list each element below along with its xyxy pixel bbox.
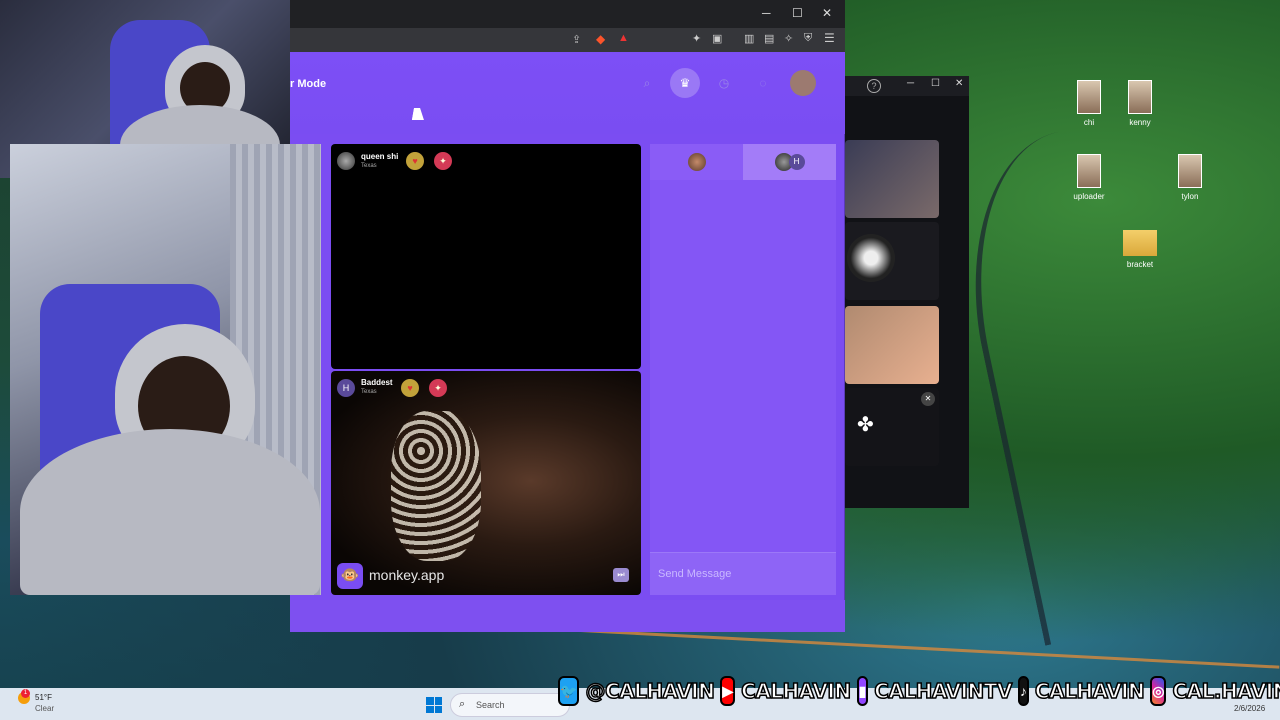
participant-card[interactable] bbox=[845, 222, 939, 300]
youtube-handle: CALHAVIN bbox=[740, 678, 851, 704]
search-icon[interactable]: ⌕ bbox=[636, 72, 658, 94]
twitter-icon: 🐦 bbox=[558, 676, 580, 706]
user-location: Texas bbox=[361, 163, 377, 169]
participant-card[interactable]: ✤ ✕ bbox=[845, 388, 939, 466]
twitch-handle: CALHAVINTV bbox=[874, 678, 1014, 704]
weather-badge: 1 bbox=[21, 689, 30, 698]
file-thumbnail-icon bbox=[1077, 80, 1101, 114]
user-location: Texas bbox=[361, 389, 377, 395]
extensions-icon[interactable]: ✦ bbox=[692, 32, 701, 45]
help-icon[interactable]: ? bbox=[867, 79, 881, 93]
instagram-icon: ◎ bbox=[1150, 676, 1167, 706]
twitch-icon: ▮ bbox=[856, 676, 869, 706]
user-name: queen shi bbox=[361, 152, 399, 161]
webcam-main bbox=[10, 144, 321, 595]
tab-avatar bbox=[687, 153, 706, 171]
address-bar[interactable]: ⇪ ◆ ▲ ✦ ▣ ▥ ▤ ✧ ⛨ ☰ bbox=[290, 28, 845, 52]
user-avatar: H bbox=[337, 379, 355, 397]
chat-panel: H Send Message bbox=[650, 144, 836, 595]
desktop-icon-label: tylon bbox=[1181, 192, 1199, 201]
menu-icon[interactable]: ☰ bbox=[824, 31, 835, 45]
remote-video-top: queen shi Texas ♥ ✦ bbox=[331, 144, 641, 369]
monkey-logo-icon: 🐵 bbox=[337, 563, 363, 589]
screenshot-icon[interactable]: ▣ bbox=[712, 32, 722, 45]
user-name: Baddest bbox=[361, 378, 393, 387]
sidebar-icon[interactable]: ▥ bbox=[744, 32, 754, 45]
vpn-icon[interactable]: ⛨ bbox=[804, 32, 812, 45]
avatar-icon[interactable] bbox=[790, 70, 816, 96]
desktop-icon-uploader[interactable]: uploader bbox=[1054, 154, 1124, 201]
tiktok-handle: CALHAVIN bbox=[1034, 678, 1145, 704]
desktop-icon-bracket[interactable]: bracket bbox=[1105, 230, 1175, 269]
wallet-icon[interactable]: ▤ bbox=[764, 32, 774, 45]
chat-tab-partner[interactable]: H bbox=[743, 144, 836, 180]
participant-card[interactable] bbox=[845, 140, 939, 218]
maximize-button[interactable]: ☐ bbox=[931, 78, 940, 89]
close-button[interactable]: ✕ bbox=[822, 6, 832, 20]
tab-avatar-letter: H bbox=[788, 154, 805, 170]
browser-footer bbox=[290, 600, 845, 632]
desktop-icon-label: chi bbox=[1083, 118, 1095, 127]
gift-badge-icon[interactable]: ✦ bbox=[429, 379, 447, 397]
maximize-button[interactable]: ☐ bbox=[792, 6, 803, 20]
file-thumbnail-icon bbox=[1178, 154, 1202, 188]
file-thumbnail-icon bbox=[1077, 154, 1101, 188]
brand-logo-text: monkey.app bbox=[369, 567, 445, 583]
search-placeholder: Search bbox=[476, 700, 505, 710]
weather-desc: Clear bbox=[35, 704, 55, 713]
participant-card[interactable] bbox=[845, 306, 939, 384]
mouse-cursor-icon bbox=[411, 108, 427, 120]
desktop-icon-label: bracket bbox=[1126, 260, 1154, 269]
leo-icon[interactable]: ✧ bbox=[784, 32, 793, 45]
desktop-icon-label: uploader bbox=[1073, 192, 1105, 201]
clock-icon[interactable]: ◷ bbox=[713, 72, 735, 94]
search-icon: ⌕ bbox=[459, 698, 466, 710]
tiktok-icon: ♪ bbox=[1017, 676, 1029, 706]
folder-icon bbox=[1123, 230, 1157, 256]
instagram-handle: CAL.HAVIN bbox=[1172, 678, 1280, 704]
twitter-handle: @CALHAVIN bbox=[585, 678, 716, 704]
minimize-button[interactable]: ─ bbox=[907, 78, 914, 89]
desktop-icon-tylon[interactable]: tylon bbox=[1155, 154, 1225, 201]
apps-icon: ✤ bbox=[857, 414, 874, 436]
desktop-icon-label: kenny bbox=[1129, 118, 1151, 127]
desktop-icon-kenny[interactable]: kenny bbox=[1105, 80, 1175, 127]
minimize-button[interactable]: ─ bbox=[762, 6, 771, 20]
social-handles-overlay: 🐦 @CALHAVIN ▶ CALHAVIN ▮ CALHAVINTV ♪ CA… bbox=[558, 672, 1280, 710]
leopard-scarf bbox=[391, 411, 481, 561]
app-header: r Mode ⌕ ♛ ◷ ◌ bbox=[290, 52, 845, 134]
secondary-window: ? ─ ☐ ✕ ✤ ✕ bbox=[845, 76, 969, 508]
message-input-area[interactable]: Send Message bbox=[650, 552, 836, 595]
weather-temp: 51°F bbox=[35, 693, 52, 702]
share-icon[interactable]: ⇪ bbox=[572, 33, 581, 46]
secondary-titlebar: ? ─ ☐ ✕ bbox=[845, 76, 969, 96]
close-card-button[interactable]: ✕ bbox=[921, 392, 935, 406]
browser-titlebar: ─ ☐ ✕ bbox=[290, 0, 845, 28]
chat-tab-self[interactable] bbox=[650, 144, 743, 180]
chat-icon[interactable]: ◌ bbox=[752, 72, 774, 94]
heart-badge-icon[interactable]: ♥ bbox=[406, 152, 424, 170]
heart-badge-icon[interactable]: ♥ bbox=[401, 379, 419, 397]
brave-rewards-icon[interactable]: ▲ bbox=[618, 32, 629, 44]
message-input[interactable]: Send Message bbox=[658, 568, 731, 580]
mode-toggle-label[interactable]: r Mode bbox=[290, 78, 326, 90]
youtube-icon: ▶ bbox=[720, 676, 736, 706]
windows-start-icon[interactable] bbox=[426, 697, 442, 713]
brave-shield-icon[interactable]: ◆ bbox=[596, 32, 605, 46]
crown-icon[interactable]: ♛ bbox=[670, 68, 700, 98]
user-avatar bbox=[337, 152, 355, 170]
gift-badge-icon[interactable]: ✦ bbox=[434, 152, 452, 170]
participant-avatar bbox=[847, 234, 895, 282]
file-thumbnail-icon bbox=[1128, 80, 1152, 114]
hoodie-body bbox=[20, 429, 320, 595]
skip-icon[interactable]: ⏭ bbox=[613, 568, 629, 582]
close-button[interactable]: ✕ bbox=[955, 78, 963, 89]
browser-window: ─ ☐ ✕ ⇪ ◆ ▲ ✦ ▣ ▥ ▤ ✧ ⛨ ☰ r Mode ⌕ ♛ ◷ ◌… bbox=[290, 0, 845, 632]
taskbar-search[interactable]: ⌕ Search bbox=[450, 693, 570, 717]
remote-video-bottom: H Baddest Texas ♥ ✦ 🐵 monkey.app ⏭ bbox=[331, 371, 641, 595]
chat-tabs: H bbox=[650, 144, 836, 180]
